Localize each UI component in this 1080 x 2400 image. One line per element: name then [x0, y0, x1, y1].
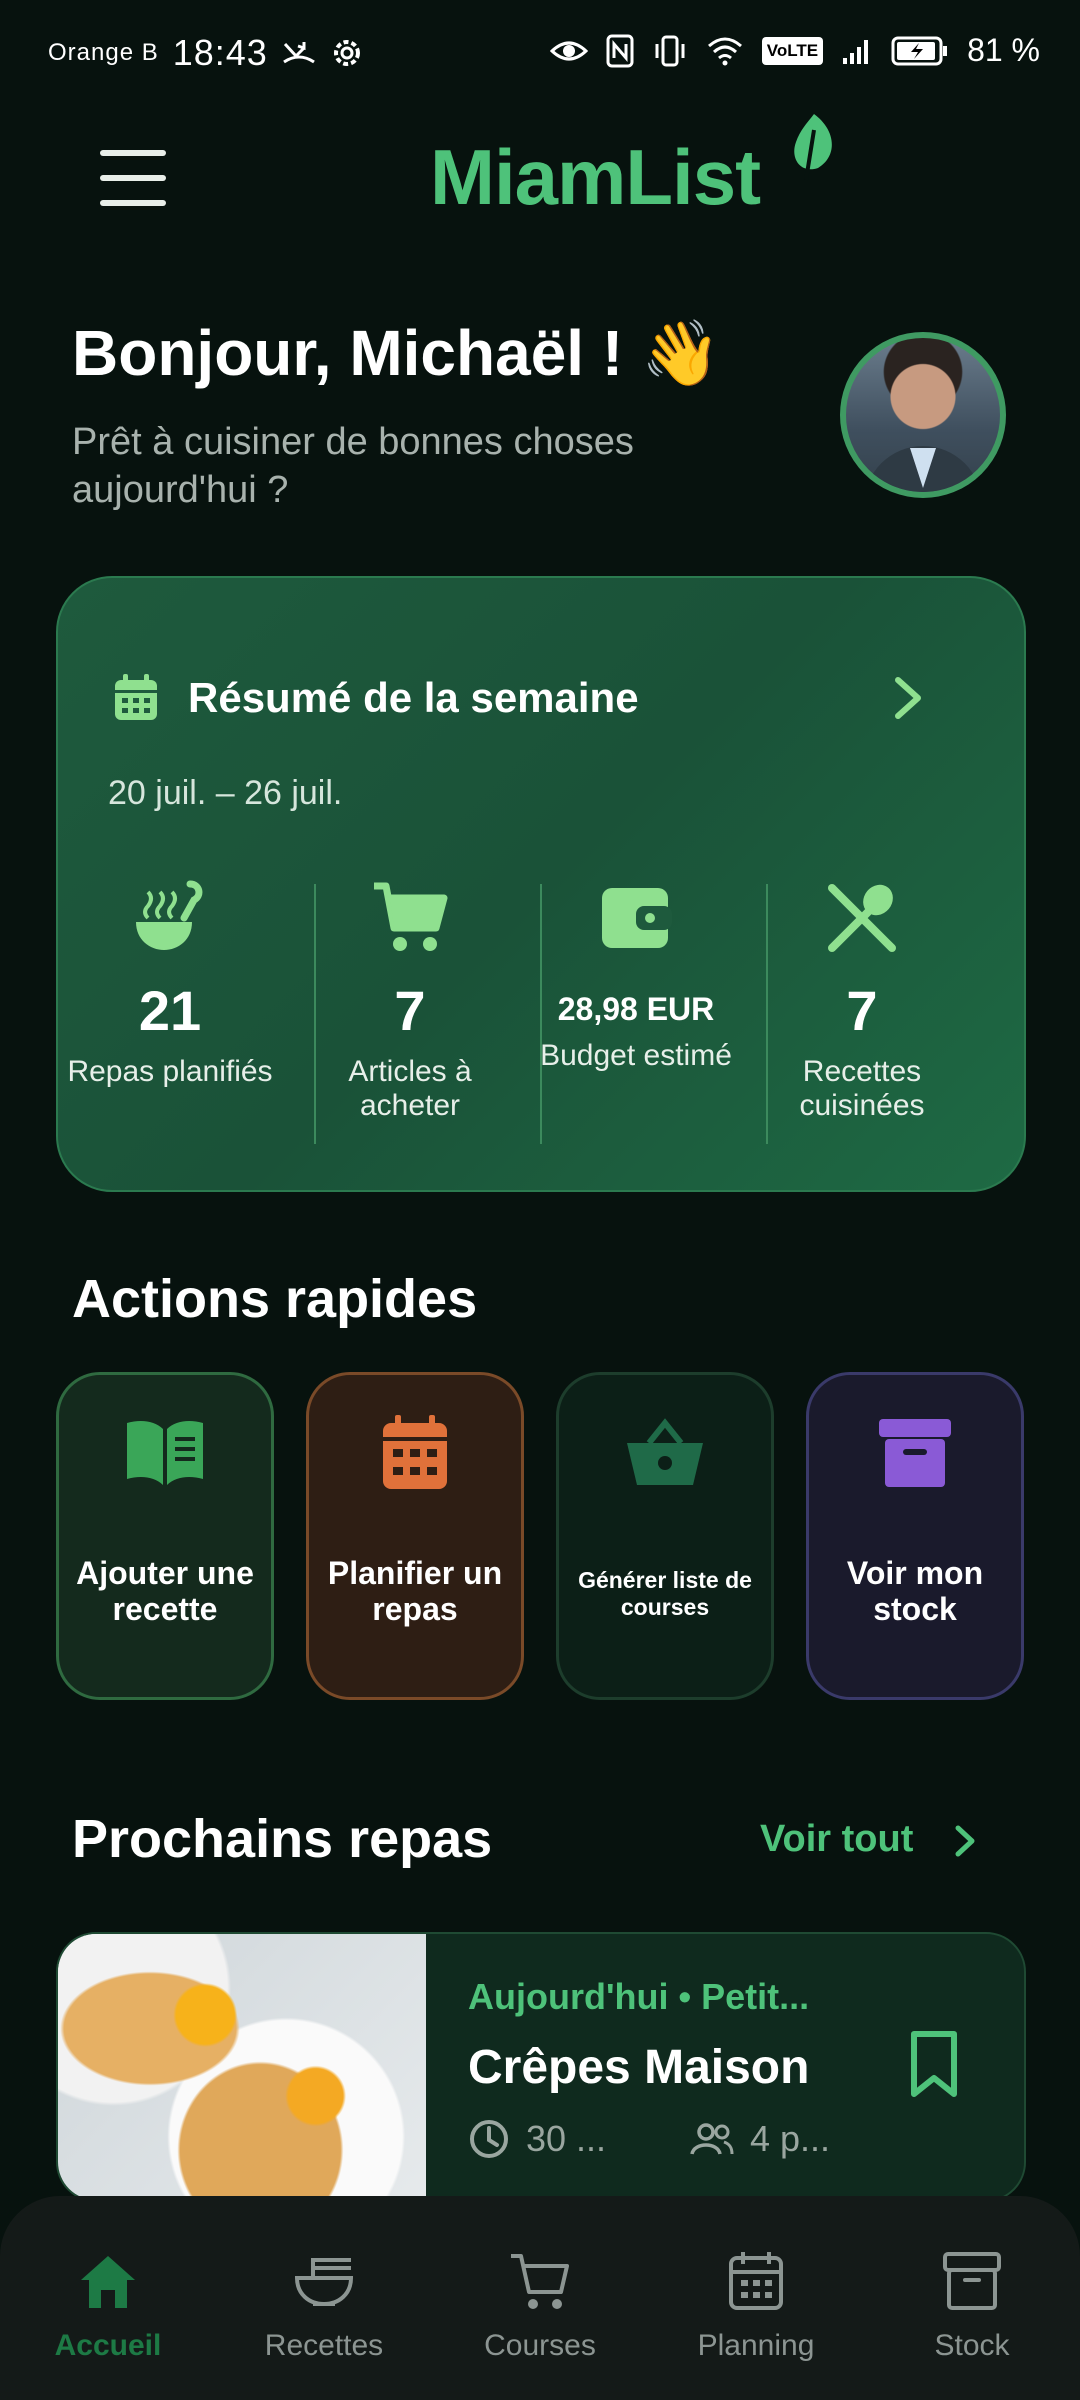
- stat-label: Budget estimé: [540, 1039, 732, 1072]
- nav-planning[interactable]: Planning: [656, 2248, 856, 2363]
- stat-value: 28,98 EUR: [557, 991, 715, 1027]
- action-label: Générer liste de courses: [578, 1567, 752, 1620]
- see-all-link[interactable]: Voir tout: [760, 1818, 913, 1861]
- stat-label: Recettes cuisinées: [799, 1055, 925, 1122]
- action-label: Planifier un repas: [327, 1555, 503, 1627]
- wifi-icon: [706, 36, 744, 66]
- volte-badge: VoLTE: [761, 36, 824, 65]
- clock: 18:43: [172, 32, 268, 73]
- volte-label: VoLTE: [766, 40, 819, 60]
- stat-planned-meals: 21 Repas planifiés: [58, 878, 282, 1089]
- upcoming-meals-title: Prochains repas: [72, 1809, 493, 1869]
- weekly-summary-card[interactable]: Résumé de la semaine 20 juil. – 26 juil.…: [56, 576, 1026, 1192]
- nav-stock[interactable]: Stock: [872, 2248, 1072, 2363]
- stat-label: Articles à acheter: [348, 1055, 472, 1122]
- bookmark-icon[interactable]: [908, 2030, 960, 2100]
- stat-items-to-buy: 7 Articles à acheter: [298, 878, 522, 1123]
- stat-value: 7: [846, 979, 878, 1042]
- stat-recipes-cooked: 7 Recettes cuisinées: [750, 878, 974, 1123]
- nav-recipes[interactable]: Recettes: [224, 2248, 424, 2363]
- add-recipe-button[interactable]: Ajouter une recette: [56, 1372, 274, 1700]
- settings-icon: [330, 36, 364, 70]
- leaf-icon: [794, 114, 832, 181]
- greeting-title: Bonjour, Michaël ! 👋: [72, 317, 721, 389]
- archive-icon: [943, 2252, 1001, 2310]
- greeting-subtitle: Prêt à cuisiner de bonnes choses aujourd…: [72, 421, 634, 511]
- meal-servings: 4 p...: [690, 2118, 830, 2160]
- avatar[interactable]: [840, 332, 1006, 498]
- wallet-icon: [602, 888, 672, 948]
- status-left: Orange B 18:43: [48, 32, 364, 74]
- archive-icon: [879, 1419, 951, 1487]
- summary-dates: 20 juil. – 26 juil.: [108, 774, 343, 812]
- action-label: Voir mon stock: [846, 1555, 984, 1627]
- meal-image: [58, 1934, 426, 2200]
- meal-time: 30 ...: [468, 2118, 606, 2160]
- clock-icon: [470, 2120, 508, 2158]
- status-right: VoLTE 81 %: [549, 32, 1040, 69]
- menu-icon: [100, 150, 166, 156]
- nav-label: Planning: [697, 2329, 815, 2362]
- view-stock-button[interactable]: Voir mon stock: [806, 1372, 1024, 1700]
- stat-value: 7: [394, 979, 426, 1042]
- ladle-icon: [136, 880, 203, 950]
- meal-name: Crêpes Maison: [468, 2041, 810, 2094]
- nfc-icon: [606, 34, 634, 68]
- chevron-right-icon[interactable]: [952, 1822, 980, 1860]
- nav-shopping[interactable]: Courses: [440, 2248, 640, 2363]
- cart-icon: [374, 882, 448, 951]
- eye-icon: [549, 37, 588, 65]
- status-bar: Orange B 18:43 VoLTE 81 %: [0, 0, 1080, 100]
- bottom-navigation: Accueil Recettes Courses Planning Stock: [0, 2196, 1080, 2400]
- basket-icon: [627, 1418, 703, 1485]
- carrier-name: Orange B: [48, 39, 159, 66]
- meal-servings-value: 4 p...: [750, 2118, 831, 2159]
- stat-label: Repas planifiés: [67, 1055, 273, 1088]
- vibrate-icon: [652, 34, 688, 68]
- action-label: Ajouter une recette: [76, 1555, 254, 1627]
- stat-value: 21: [138, 979, 202, 1042]
- meal-time-value: 30 ...: [526, 2118, 607, 2159]
- stat-budget: 28,98 EUR Budget estimé: [524, 878, 748, 1073]
- battery-icon: [891, 35, 949, 67]
- utensils-icon: [828, 884, 896, 952]
- generate-shopping-list-button[interactable]: Générer liste de courses: [556, 1372, 774, 1700]
- nav-label: Stock: [934, 2329, 1010, 2362]
- summary-title: Résumé de la semaine: [188, 674, 639, 721]
- battery-percent: 81 %: [967, 32, 1040, 68]
- nav-label: Recettes: [264, 2329, 384, 2362]
- book-icon: [127, 1421, 203, 1485]
- calendar-icon: [729, 2252, 783, 2310]
- people-icon: [690, 2123, 734, 2155]
- calendar-icon: [115, 674, 157, 720]
- bowl-icon: [294, 2258, 354, 2307]
- cart-icon: [511, 2254, 569, 2309]
- signal-icon: [841, 36, 873, 66]
- quick-actions-title: Actions rapides: [72, 1269, 478, 1329]
- missed-call-icon: [282, 38, 316, 68]
- app-logo-text: MiamList: [430, 133, 761, 221]
- chevron-right-icon[interactable]: [888, 674, 928, 722]
- nav-label: Accueil: [54, 2329, 162, 2362]
- calendar-icon: [383, 1415, 447, 1489]
- plan-meal-button[interactable]: Planifier un repas: [306, 1372, 524, 1700]
- meal-tag: Aujourd'hui • Petit...: [468, 1976, 810, 2017]
- home-icon: [81, 2256, 135, 2308]
- menu-button[interactable]: [100, 150, 166, 206]
- nav-label: Courses: [484, 2329, 596, 2362]
- nav-home[interactable]: Accueil: [8, 2248, 208, 2363]
- meal-card[interactable]: Aujourd'hui • Petit... Crêpes Maison 30 …: [56, 1932, 1026, 2202]
